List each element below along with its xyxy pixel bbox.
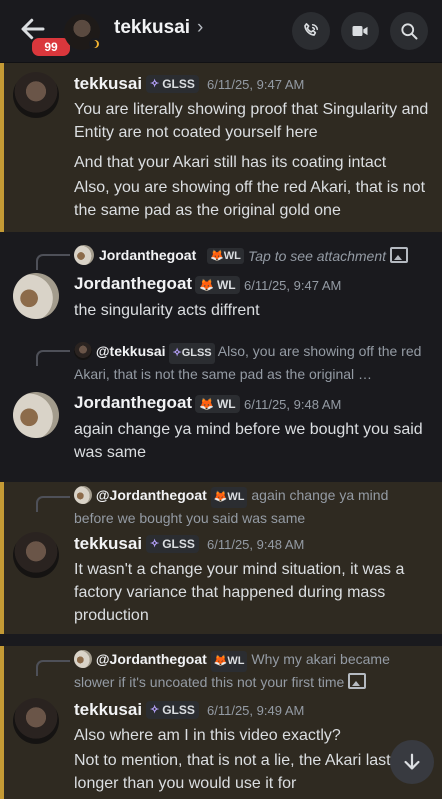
call-button[interactable] [292,12,330,50]
tag-label: GLSS [162,77,195,91]
sparkle-icon: ✧ [150,704,160,716]
reply-preview[interactable]: Tap to see attachment [248,247,408,264]
author-name[interactable]: tekkusai [74,74,142,94]
video-call-button[interactable] [341,12,379,50]
chat-header: 99 tekkusai › [0,0,442,63]
reply-connector [36,496,70,512]
sparkle-icon: ✧ [172,347,182,359]
timestamp: 6/11/25, 9:48 AM [244,397,342,412]
fox-icon: 🦊 [210,250,224,262]
tag-label: GLSS [162,703,195,717]
reply-avatar [74,245,94,265]
reply-tag: 🦊WL [207,248,244,264]
avatar[interactable] [13,698,59,744]
reply-preview[interactable]: @tekkusai ✧GLSS Also, you are showing of… [74,341,430,385]
idle-status-icon [89,38,101,50]
fox-icon: 🦊 [213,491,228,503]
author-name[interactable]: Jordanthegoat [74,393,192,413]
reply-author[interactable]: @Jordanthegoat [96,487,207,503]
tag-label: WL [216,397,236,411]
message-text: Also, you are showing off the red Akari,… [74,179,426,219]
message-item[interactable]: @Jordanthegoat 🦊WL again change ya mind … [0,482,442,634]
message-text: Not to mention, that is not a lie, the A… [74,752,391,792]
reply-connector [36,350,70,366]
timestamp: 6/11/25, 9:47 AM [244,278,342,293]
server-tag[interactable]: ✧ GLSS [146,535,199,553]
jump-to-bottom-button[interactable] [390,740,434,784]
avatar[interactable] [13,273,59,319]
reply-preview[interactable]: @Jordanthegoat 🦊WL again change ya mind … [74,485,430,529]
fox-icon: 🦊 [213,655,228,667]
reply-author[interactable]: @Jordanthegoat [96,651,207,667]
author-name[interactable]: Jordanthegoat [74,274,192,294]
avatar[interactable] [13,532,59,578]
message-list[interactable]: tekkusai ✧ GLSS 6/11/25, 9:47 AM You are… [0,62,442,799]
video-icon [352,26,368,36]
message-item[interactable]: tekkusai ✧ GLSS 6/11/25, 9:47 AM You are… [0,62,442,232]
arrow-down-icon [404,753,420,770]
reply-author[interactable]: @tekkusai [96,343,166,359]
author-name[interactable]: tekkusai [74,534,142,554]
page-title[interactable]: tekkusai [114,17,190,39]
sparkle-icon: ✧ [150,538,160,550]
fox-icon: 🦊 [199,278,214,292]
reply-connector [36,254,70,270]
server-tag[interactable]: ✧ GLSS [146,701,199,719]
server-tag[interactable]: ✧ GLSS [146,75,199,93]
timestamp: 6/11/25, 9:48 AM [207,537,305,552]
reply-tag: 🦊WL [210,487,248,508]
avatar[interactable] [13,72,59,118]
message-text: Also where am I in this video exactly? [74,727,341,744]
reply-tag: ✧GLSS [169,343,215,364]
call-icon [304,23,318,36]
search-icon [401,23,418,40]
message-text: the singularity acts diffrent [74,302,260,319]
reply-preview[interactable]: @Jordanthegoat 🦊WL Why my akari became s… [74,649,430,693]
timestamp: 6/11/25, 9:49 AM [207,703,305,718]
reply-connector [36,660,70,676]
server-tag[interactable]: 🦊 WL [195,276,240,294]
fox-icon: 🦊 [199,397,214,411]
reply-tag: 🦊WL [210,651,248,672]
reply-author[interactable]: Jordanthegoat [99,247,196,263]
timestamp: 6/11/25, 9:47 AM [207,77,305,92]
image-icon [348,673,367,689]
message-item[interactable]: Jordanthegoat 🦊WL Tap to see attachment … [0,240,442,332]
reply-avatar [74,486,92,504]
avatar[interactable] [13,392,59,438]
image-icon [389,247,408,263]
chevron-right-icon[interactable]: › [197,17,203,39]
sparkle-icon: ✧ [150,78,160,90]
message-item[interactable]: @tekkusai ✧GLSS Also, you are showing of… [0,336,442,472]
search-button[interactable] [390,12,428,50]
message-item[interactable]: @Jordanthegoat 🦊WL Why my akari became s… [0,646,442,799]
reply-avatar [74,650,92,668]
tag-label: WL [216,278,236,292]
author-name[interactable]: tekkusai [74,700,142,720]
reply-avatar [74,342,92,360]
server-tag[interactable]: 🦊 WL [195,395,240,413]
message-text: again change ya mind before we bought yo… [74,421,423,461]
message-text: It wasn't a change your mind situation, … [74,561,405,624]
message-text: You are literally showing proof that Sin… [74,101,429,141]
tag-label: GLSS [162,537,195,551]
message-text: And that your Akari still has its coatin… [74,154,387,171]
